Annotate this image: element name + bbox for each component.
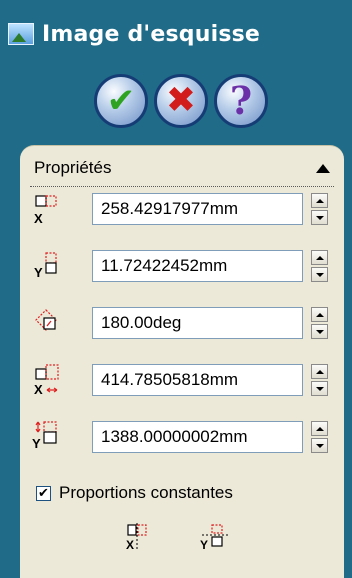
- rotation-row: 180.00deg: [30, 304, 334, 344]
- x-position-input[interactable]: 258.42917977mm: [92, 193, 303, 225]
- divider: [30, 186, 334, 187]
- svg-text:Y: Y: [200, 538, 208, 552]
- width-icon: X: [34, 364, 59, 397]
- height-spinner[interactable]: [311, 421, 328, 453]
- panel-title: Image d'esquisse: [42, 21, 261, 47]
- rotation-input[interactable]: 180.00deg: [92, 307, 303, 339]
- sketch-picture-icon: [8, 23, 34, 45]
- height-icon: Y: [32, 421, 57, 451]
- rotation-icon: [35, 309, 57, 331]
- height-row: Y 1388.00000002mm: [30, 418, 334, 458]
- y-position-icon: Y: [34, 252, 57, 280]
- lock-aspect-label: Proportions constantes: [59, 483, 233, 502]
- flip-vertical-icon: Y: [200, 524, 228, 552]
- cancel-button[interactable]: ✖: [154, 74, 208, 128]
- action-buttons: ✔ ✖ ?: [94, 74, 268, 128]
- properties-panel: Propriétés X 258.42917977mm Y 11.7242245…: [20, 145, 344, 578]
- width-row: X 414.78505818mm: [30, 361, 334, 401]
- svg-text:Y: Y: [32, 436, 41, 451]
- flip-horizontal-button[interactable]: X: [120, 521, 156, 557]
- rotation-spinner[interactable]: [311, 307, 328, 339]
- help-icon: ?: [229, 78, 253, 123]
- width-spinner[interactable]: [311, 364, 328, 396]
- x-position-icon: X: [34, 195, 57, 226]
- flip-buttons: X Y: [120, 521, 232, 557]
- lock-aspect-checkbox[interactable]: ✔: [36, 485, 51, 501]
- lock-aspect-checkbox-row[interactable]: ✔ Proportions constantes: [36, 483, 233, 503]
- svg-text:X: X: [34, 382, 43, 397]
- checkmark-icon: ✔: [106, 81, 136, 121]
- svg-text:Y: Y: [34, 265, 43, 280]
- svg-text:X: X: [34, 211, 43, 226]
- flip-horizontal-icon: X: [126, 523, 147, 552]
- width-input[interactable]: 414.78505818mm: [92, 364, 303, 396]
- x-position-row: X 258.42917977mm: [30, 190, 334, 230]
- height-input[interactable]: 1388.00000002mm: [92, 421, 303, 453]
- ok-button[interactable]: ✔: [94, 74, 148, 128]
- help-button[interactable]: ?: [214, 74, 268, 128]
- y-position-row: Y 11.72422452mm: [30, 247, 334, 287]
- y-position-spinner[interactable]: [311, 250, 328, 282]
- y-position-input[interactable]: 11.72422452mm: [92, 250, 303, 282]
- panel-title-bar: Image d'esquisse: [8, 14, 344, 54]
- svg-text:X: X: [126, 538, 134, 552]
- collapse-arrow-icon[interactable]: [316, 163, 330, 173]
- close-icon: ✖: [165, 80, 197, 121]
- x-position-spinner[interactable]: [311, 193, 328, 225]
- properties-header[interactable]: Propriétés: [34, 154, 334, 182]
- flip-vertical-button[interactable]: Y: [196, 521, 232, 557]
- properties-header-label: Propriétés: [34, 158, 112, 177]
